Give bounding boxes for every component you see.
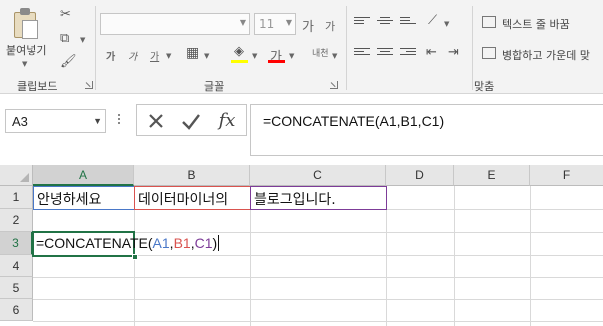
- row-header-3[interactable]: 3: [0, 232, 33, 255]
- check-icon: [182, 114, 200, 130]
- align-center-icon[interactable]: [377, 48, 393, 60]
- fill-color-icon[interactable]: ◈: [234, 45, 244, 59]
- alignment-group-label: 맞춤: [474, 80, 495, 93]
- borders-icon[interactable]: ▦: [186, 46, 199, 60]
- ribbon: 붙여넣기 ▼ ✂ ⧉ ▼ 🖌 클립보드 ▼ 11 ▼ 가 가 가 가 가 ▼ ▦…: [0, 0, 603, 94]
- font-launcher-icon[interactable]: [330, 81, 338, 89]
- formula-ref-b1: B1: [173, 235, 191, 251]
- format-painter-icon[interactable]: 🖌: [60, 55, 77, 69]
- font-group-label: 글꼴: [204, 80, 225, 93]
- cancel-entry-button[interactable]: [144, 109, 168, 133]
- formula-bar-controls: fx: [136, 104, 247, 136]
- column-header-a[interactable]: A: [33, 165, 134, 186]
- paste-dropdown-icon[interactable]: ▼: [22, 60, 27, 68]
- font-size-combo[interactable]: 11 ▼: [254, 13, 296, 35]
- fill-handle[interactable]: [132, 254, 138, 260]
- row-header-2[interactable]: 2: [0, 209, 33, 232]
- paste-button[interactable]: [8, 6, 42, 40]
- grow-font-button[interactable]: 가: [302, 16, 314, 35]
- align-middle-icon[interactable]: [377, 17, 393, 29]
- column-header-f[interactable]: F: [530, 165, 603, 186]
- phonetic-dropdown-icon[interactable]: ▼: [332, 52, 337, 60]
- row-header-4[interactable]: 4: [0, 255, 33, 277]
- align-bottom-icon[interactable]: [400, 17, 416, 29]
- increase-indent-icon[interactable]: ⇥: [448, 46, 459, 60]
- close-icon: [149, 114, 163, 128]
- fill-color-bar: [231, 60, 248, 63]
- bold-button[interactable]: 가: [106, 48, 115, 63]
- align-left-icon[interactable]: [354, 48, 370, 60]
- cut-icon[interactable]: ✂: [60, 8, 71, 22]
- paste-label[interactable]: 붙여넣기: [6, 42, 46, 58]
- fill-color-dropdown-icon[interactable]: ▼: [252, 52, 257, 60]
- orientation-dropdown-icon[interactable]: ▼: [444, 20, 449, 28]
- formula-ref-c1: C1: [194, 235, 213, 251]
- chevron-down-icon: ▼: [285, 18, 292, 27]
- column-header-e[interactable]: E: [454, 165, 530, 186]
- copy-icon[interactable]: ⧉: [60, 32, 69, 46]
- column-header-d[interactable]: D: [386, 165, 454, 186]
- wrap-text-icon[interactable]: [482, 16, 496, 28]
- borders-dropdown-icon[interactable]: ▼: [204, 52, 209, 60]
- underline-dropdown-icon[interactable]: ▼: [166, 52, 171, 60]
- underline-button[interactable]: 가: [150, 48, 159, 63]
- italic-button[interactable]: 가: [128, 48, 137, 63]
- merge-center-button[interactable]: 병합하고 가운데 맞: [502, 47, 590, 63]
- copy-dropdown-icon[interactable]: ▼: [80, 36, 85, 44]
- decrease-indent-icon[interactable]: ⇤: [426, 46, 437, 60]
- align-right-icon[interactable]: [400, 48, 416, 60]
- orientation-icon[interactable]: ⟋: [428, 14, 437, 28]
- formula-input[interactable]: =CONCATENATE(A1,B1,C1): [250, 104, 603, 156]
- column-header-b[interactable]: B: [134, 165, 250, 186]
- cell-b1[interactable]: 데이터마이너의: [135, 189, 228, 209]
- select-all-button[interactable]: [0, 165, 33, 186]
- formula-bar-grip-icon[interactable]: [118, 114, 122, 128]
- font-name-combo[interactable]: ▼: [100, 13, 250, 35]
- merge-center-icon[interactable]: [482, 47, 496, 59]
- clipboard-group-label: 클립보드: [17, 80, 58, 93]
- phonetic-button[interactable]: 내천: [312, 46, 329, 59]
- confirm-entry-button[interactable]: [179, 109, 203, 133]
- row-header-6[interactable]: 6: [0, 299, 33, 321]
- chevron-down-icon: ▼: [239, 18, 246, 27]
- font-color-dropdown-icon[interactable]: ▼: [289, 52, 294, 60]
- name-box[interactable]: A3 ▼: [5, 109, 106, 133]
- insert-function-button[interactable]: fx: [215, 109, 239, 133]
- shrink-font-button[interactable]: 가: [325, 18, 335, 34]
- cell-c1[interactable]: 블로그입니다.: [251, 189, 336, 209]
- row-header-5[interactable]: 5: [0, 277, 33, 299]
- row-header-1[interactable]: 1: [0, 186, 33, 209]
- chevron-down-icon: ▼: [93, 116, 102, 126]
- text-cursor: [218, 235, 220, 251]
- cell-editor[interactable]: =CONCATENATE(A1,B1,C1): [34, 233, 220, 255]
- font-color-bar: [268, 60, 285, 63]
- clipboard-launcher-icon[interactable]: [85, 81, 93, 89]
- cell-a1[interactable]: 안녕하세요: [34, 189, 101, 209]
- column-header-c[interactable]: C: [250, 165, 386, 186]
- align-top-icon[interactable]: [354, 17, 370, 29]
- wrap-text-button[interactable]: 텍스트 줄 바꿈: [502, 16, 570, 32]
- formula-ref-a1: A1: [152, 235, 170, 251]
